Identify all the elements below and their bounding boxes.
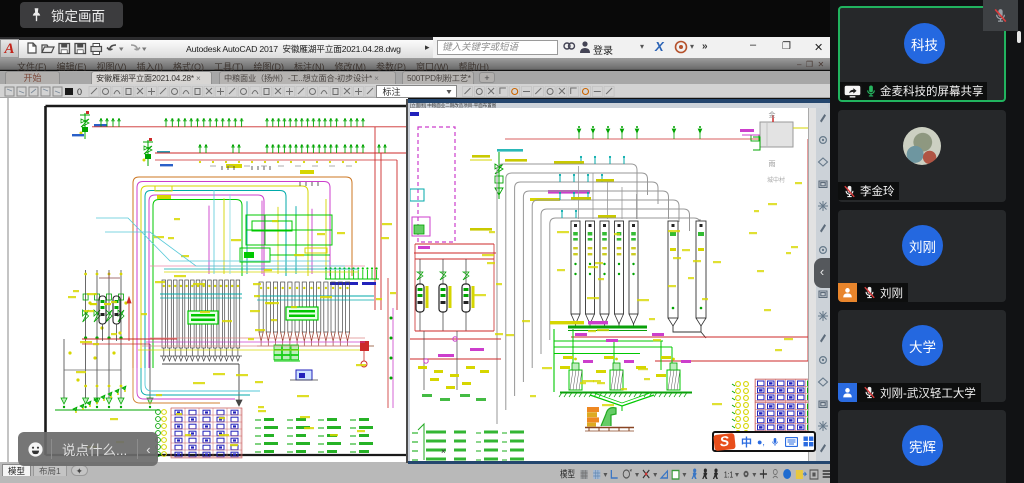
svg-text:金: 金 [769,110,776,119]
svg-text:1:1: 1:1 [724,470,733,480]
svg-text:城中村: 城中村 [767,176,785,184]
svg-text:×: × [441,447,446,456]
svg-text:标注: 标注 [383,86,401,97]
svg-text:雨: 雨 [769,160,776,168]
svg-text:0: 0 [77,87,82,97]
svg-text:模型: 模型 [560,469,575,480]
